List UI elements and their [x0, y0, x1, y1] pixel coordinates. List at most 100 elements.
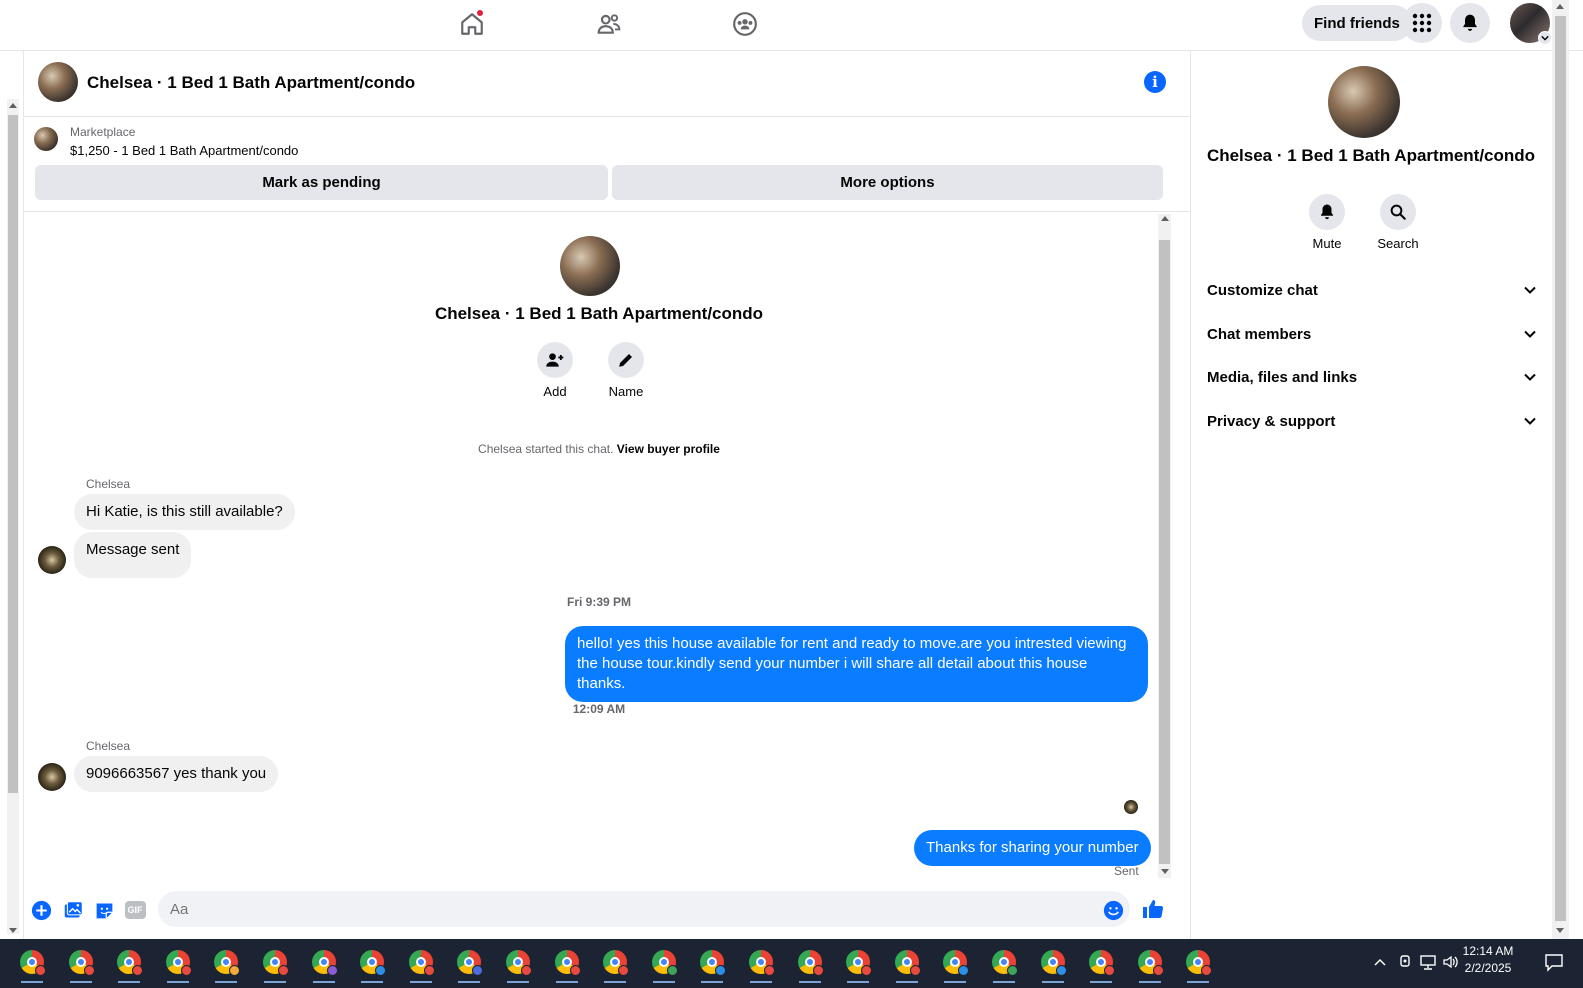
taskbar-browser-window[interactable] [1183, 947, 1213, 983]
profile-badge-icon [958, 965, 970, 976]
system-clock[interactable]: 12:14 AM 2/2/2025 [1452, 943, 1524, 977]
mark-as-pending-button[interactable]: Mark as pending [35, 165, 608, 200]
messages-scroll-thumb[interactable] [1159, 240, 1170, 864]
gif-button[interactable]: GIF [124, 899, 146, 921]
profile-badge-icon [764, 965, 775, 976]
chat-title[interactable]: Chelsea · 1 Bed 1 Bath Apartment/condo [87, 73, 415, 93]
taskbar-browser-window[interactable] [114, 947, 144, 983]
taskbar-browser-window[interactable] [989, 947, 1019, 983]
page-scroll-thumb[interactable] [1555, 16, 1566, 921]
meet-now-icon[interactable] [1398, 953, 1412, 971]
taskbar-browser-window[interactable] [211, 947, 241, 983]
chat-group-photo [560, 236, 620, 296]
groups-icon [733, 12, 757, 36]
plus-circle-icon [31, 900, 51, 920]
media-files-links-section[interactable]: Media, files and links [1191, 357, 1551, 397]
taskbar-browser-window[interactable] [66, 947, 96, 983]
attach-photo-button[interactable] [62, 899, 84, 921]
taskbar-browser-window[interactable] [649, 947, 679, 983]
customize-chat-section[interactable]: Customize chat [1191, 270, 1551, 310]
friends-tab[interactable] [589, 8, 629, 40]
taskbar-browser-window[interactable] [1086, 947, 1116, 983]
bell-icon [1321, 204, 1333, 220]
taskbar-browser-window[interactable] [357, 947, 387, 983]
notifications-button[interactable] [1450, 3, 1490, 43]
search-button[interactable]: Search [1370, 194, 1426, 251]
taskbar-browser-window[interactable] [940, 947, 970, 983]
taskbar-browser-window[interactable] [746, 947, 776, 983]
notification-center-icon[interactable] [1544, 952, 1564, 972]
incoming-message[interactable]: Hi Katie, is this still available? [74, 494, 295, 530]
profile-badge-icon [1007, 965, 1018, 976]
scroll-thumb[interactable] [8, 115, 18, 793]
view-buyer-profile-link[interactable]: View buyer profile [617, 442, 720, 456]
taskbar-browser-window[interactable] [17, 947, 47, 983]
read-receipt-avatar [1124, 800, 1138, 814]
bell-icon [1463, 14, 1477, 31]
chat-details-photo[interactable] [1328, 66, 1400, 138]
taskbar-browser-window[interactable] [309, 947, 339, 983]
more-actions-button[interactable] [30, 899, 52, 921]
network-icon[interactable] [1419, 953, 1437, 971]
listing-price-title[interactable]: $1,250 - 1 Bed 1 Bath Apartment/condo [70, 143, 298, 158]
menu-button[interactable] [1402, 3, 1442, 43]
home-tab[interactable] [452, 8, 492, 40]
account-avatar[interactable] [1510, 3, 1552, 45]
scroll-down-arrow[interactable] [1161, 869, 1169, 874]
left-scrollbar[interactable] [0, 51, 24, 939]
scroll-down-arrow[interactable] [1556, 928, 1564, 933]
info-icon[interactable]: i [1144, 71, 1166, 93]
sender-avatar[interactable] [38, 763, 66, 791]
incoming-message[interactable]: Message sent [74, 532, 192, 578]
taskbar-browser-window[interactable] [406, 947, 436, 983]
profile-badge-icon [569, 965, 581, 976]
taskbar-browser-window[interactable] [260, 947, 290, 983]
message-composer: GIF [24, 882, 1174, 938]
listing-small-thumbnail[interactable] [34, 127, 58, 151]
marketplace-label: Marketplace [70, 125, 136, 139]
outgoing-message[interactable]: hello! yes this house available for rent… [565, 626, 1148, 702]
chevron-up-icon[interactable] [1374, 957, 1386, 969]
incoming-message[interactable]: 9096663567 yes thank you [74, 756, 279, 792]
taskbar-browser-window[interactable] [892, 947, 922, 983]
profile-badge-icon [812, 965, 824, 976]
groups-tab[interactable] [725, 8, 765, 40]
taskbar-browser-window[interactable] [1038, 947, 1068, 983]
page-scrollbar[interactable] [1552, 0, 1569, 939]
scroll-up-arrow[interactable] [9, 103, 17, 108]
chat-members-section[interactable]: Chat members [1191, 314, 1551, 354]
sender-avatar[interactable] [38, 546, 66, 574]
privacy-support-section[interactable]: Privacy & support [1191, 401, 1551, 441]
taskbar-browser-window[interactable] [795, 947, 825, 983]
scroll-down-arrow[interactable] [9, 928, 17, 933]
taskbar-browser-window[interactable] [163, 947, 193, 983]
listing-thumbnail[interactable] [38, 62, 78, 102]
scroll-up-arrow[interactable] [1556, 4, 1564, 9]
more-options-button[interactable]: More options [612, 165, 1163, 200]
name-chat-button[interactable]: Name [601, 342, 651, 399]
profile-badge-icon [229, 965, 241, 976]
add-people-button[interactable]: Add [530, 342, 580, 399]
scroll-up-arrow[interactable] [1161, 216, 1169, 221]
taskbar-browser-window[interactable] [843, 947, 873, 983]
conversation-area: Chelsea · 1 Bed 1 Bath Apartment/condo A… [24, 212, 1174, 882]
taskbar-browser-window[interactable] [503, 947, 533, 983]
profile-badge-icon [1104, 965, 1116, 976]
outgoing-message[interactable]: Thanks for sharing your number [914, 830, 1151, 866]
profile-badge-icon [618, 965, 630, 976]
taskbar-browser-window[interactable] [1135, 947, 1165, 983]
find-friends-button[interactable]: Find friends [1302, 5, 1412, 41]
taskbar-browser-window[interactable] [454, 947, 484, 983]
emoji-button[interactable] [1102, 899, 1124, 921]
message-input[interactable] [158, 891, 1130, 927]
like-button[interactable] [1141, 897, 1165, 921]
taskbar-browser-window[interactable] [600, 947, 630, 983]
chevron-down-icon [1524, 417, 1536, 425]
windows-taskbar: 12:14 AM 2/2/2025 [0, 939, 1583, 988]
taskbar-browser-window[interactable] [552, 947, 582, 983]
sticker-button[interactable] [93, 899, 115, 921]
sticker-icon [96, 903, 112, 918]
mute-button[interactable]: Mute [1299, 194, 1355, 251]
profile-badge-icon [326, 965, 338, 976]
taskbar-browser-window[interactable] [697, 947, 727, 983]
